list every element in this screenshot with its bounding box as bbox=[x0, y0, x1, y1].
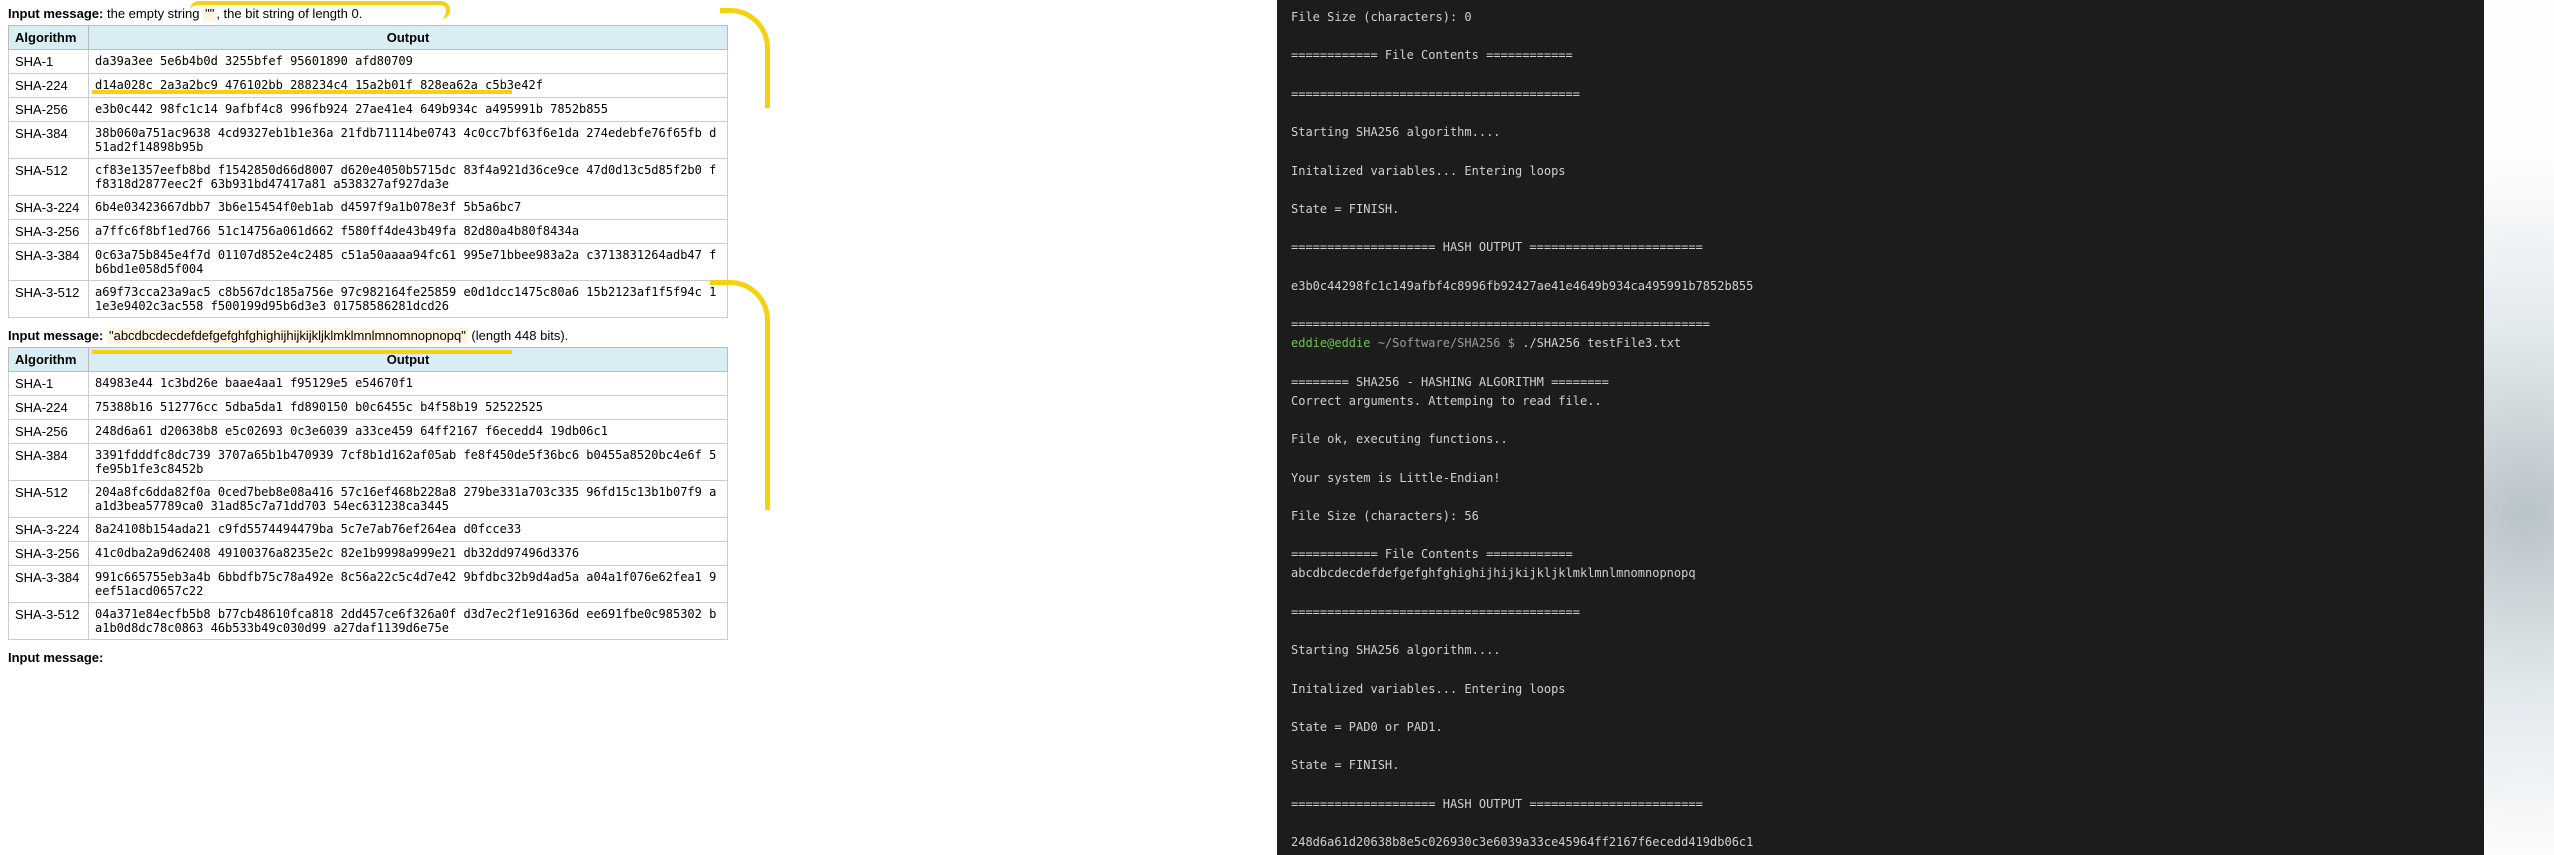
input-message-label: Input message: bbox=[8, 650, 103, 665]
reference-doc-pane: Input message: the empty string "", the … bbox=[0, 0, 1277, 855]
table-row: SHA-3-256a7ffc6f8bf1ed766 51c14756a061d6… bbox=[9, 220, 728, 244]
algo-cell: SHA-512 bbox=[9, 481, 89, 518]
terminal-output-block-2: ======== SHA256 - HASHING ALGORITHM ====… bbox=[1291, 353, 2470, 855]
input-message-1: Input message: the empty string "", the … bbox=[8, 6, 1269, 21]
output-cell: 248d6a61 d20638b8 e5c02693 0c3e6039 a33c… bbox=[89, 420, 728, 444]
table-row: SHA-224d14a028c 2a3a2bc9 476102bb 288234… bbox=[9, 74, 728, 98]
output-cell: a69f73cca23a9ac5 c8b567dc185a756e 97c982… bbox=[89, 281, 728, 318]
table-row: SHA-3-51204a371e84ecfb5b8 b77cb48610fca8… bbox=[9, 603, 728, 640]
output-cell: 84983e44 1c3bd26e baae4aa1 f95129e5 e546… bbox=[89, 372, 728, 396]
algo-cell: SHA-256 bbox=[9, 98, 89, 122]
table-row: SHA-3-384991c665755eb3a4b 6bbdfb75c78a49… bbox=[9, 566, 728, 603]
output-cell: 3391fdddfc8dc739 3707a65b1b470939 7cf8b1… bbox=[89, 444, 728, 481]
terminal-host: eddie bbox=[1334, 336, 1370, 350]
input-message-1-prefix: the empty string bbox=[107, 6, 203, 21]
terminal-user: eddie bbox=[1291, 336, 1327, 350]
table-row: SHA-3-3840c63a75b845e4f7d 01107d852e4c24… bbox=[9, 244, 728, 281]
terminal-output-block-1: File Size (characters): 0 ============ F… bbox=[1291, 8, 2470, 334]
input-message-label: Input message: bbox=[8, 6, 103, 21]
input-message-1-value: "" bbox=[203, 6, 216, 21]
output-cell: e3b0c442 98fc1c14 9afbf4c8 996fb924 27ae… bbox=[89, 98, 728, 122]
output-cell: 38b060a751ac9638 4cd9327eb1b1e36a 21fdb7… bbox=[89, 122, 728, 159]
input-message-3: Input message: bbox=[8, 650, 1269, 665]
algo-cell: SHA-3-224 bbox=[9, 196, 89, 220]
output-cell: 204a8fc6dda82f0a 0ced7beb8e08a416 57c16e… bbox=[89, 481, 728, 518]
algo-cell: SHA-3-384 bbox=[9, 244, 89, 281]
terminal[interactable]: File Size (characters): 0 ============ F… bbox=[1277, 0, 2484, 855]
algo-cell: SHA-1 bbox=[9, 372, 89, 396]
table-row: SHA-22475388b16 512776cc 5dba5da1 fd8901… bbox=[9, 396, 728, 420]
table-row: SHA-38438b060a751ac9638 4cd9327eb1b1e36a… bbox=[9, 122, 728, 159]
algo-cell: SHA-224 bbox=[9, 74, 89, 98]
algo-cell: SHA-3-224 bbox=[9, 518, 89, 542]
output-cell: 41c0dba2a9d62408 49100376a8235e2c 82e1b9… bbox=[89, 542, 728, 566]
output-cell: a7ffc6f8bf1ed766 51c14756a061d662 f580ff… bbox=[89, 220, 728, 244]
table-row: SHA-256e3b0c442 98fc1c14 9afbf4c8 996fb9… bbox=[9, 98, 728, 122]
input-message-2: Input message: "abcdbcdecdefdefgefghfghi… bbox=[8, 328, 1269, 343]
algo-cell: SHA-256 bbox=[9, 420, 89, 444]
background-photo-strip bbox=[2484, 0, 2554, 855]
input-message-2-value: "abcdbcdecdefdefgefghfghighijhijkijkljkl… bbox=[107, 328, 468, 343]
col-algorithm: Algorithm bbox=[9, 348, 89, 372]
table-row: SHA-256248d6a61 d20638b8 e5c02693 0c3e60… bbox=[9, 420, 728, 444]
algo-cell: SHA-384 bbox=[9, 122, 89, 159]
algo-cell: SHA-1 bbox=[9, 50, 89, 74]
algo-cell: SHA-512 bbox=[9, 159, 89, 196]
algo-cell: SHA-224 bbox=[9, 396, 89, 420]
table-row: SHA-1da39a3ee 5e6b4b0d 3255bfef 95601890… bbox=[9, 50, 728, 74]
algo-cell: SHA-3-384 bbox=[9, 566, 89, 603]
terminal-prompt-line[interactable]: eddie@eddie ~/Software/SHA256 $ ./SHA256… bbox=[1291, 334, 2470, 353]
algo-cell: SHA-384 bbox=[9, 444, 89, 481]
output-cell: da39a3ee 5e6b4b0d 3255bfef 95601890 afd8… bbox=[89, 50, 728, 74]
output-cell: 04a371e84ecfb5b8 b77cb48610fca818 2dd457… bbox=[89, 603, 728, 640]
col-algorithm: Algorithm bbox=[9, 26, 89, 50]
algo-cell: SHA-3-512 bbox=[9, 603, 89, 640]
hash-table-2: Algorithm Output SHA-184983e44 1c3bd26e … bbox=[8, 347, 728, 640]
table-row: SHA-3-25641c0dba2a9d62408 49100376a8235e… bbox=[9, 542, 728, 566]
table-row: SHA-3-2248a24108b154ada21 c9fd5574494479… bbox=[9, 518, 728, 542]
input-message-1-tail: , the bit string of length 0. bbox=[216, 6, 362, 21]
input-message-2-tail: (length 448 bits). bbox=[468, 328, 568, 343]
output-cell: d14a028c 2a3a2bc9 476102bb 288234c4 15a2… bbox=[89, 74, 728, 98]
output-cell: cf83e1357eefb8bd f1542850d66d8007 d620e4… bbox=[89, 159, 728, 196]
output-cell: 0c63a75b845e4f7d 01107d852e4c2485 c51a50… bbox=[89, 244, 728, 281]
algo-cell: SHA-3-256 bbox=[9, 542, 89, 566]
terminal-dollar: $ bbox=[1508, 336, 1522, 350]
table-row: SHA-3843391fdddfc8dc739 3707a65b1b470939… bbox=[9, 444, 728, 481]
output-cell: 8a24108b154ada21 c9fd5574494479ba 5c7e7a… bbox=[89, 518, 728, 542]
input-message-label: Input message: bbox=[8, 328, 103, 343]
output-cell: 991c665755eb3a4b 6bbdfb75c78a492e 8c56a2… bbox=[89, 566, 728, 603]
col-output: Output bbox=[89, 348, 728, 372]
output-cell: 6b4e03423667dbb7 3b6e15454f0eb1ab d4597f… bbox=[89, 196, 728, 220]
table-row: SHA-512cf83e1357eefb8bd f1542850d66d8007… bbox=[9, 159, 728, 196]
table-row: SHA-184983e44 1c3bd26e baae4aa1 f95129e5… bbox=[9, 372, 728, 396]
algo-cell: SHA-3-512 bbox=[9, 281, 89, 318]
col-output: Output bbox=[89, 26, 728, 50]
table-row: SHA-3-512a69f73cca23a9ac5 c8b567dc185a75… bbox=[9, 281, 728, 318]
algo-cell: SHA-3-256 bbox=[9, 220, 89, 244]
terminal-path: ~/Software/SHA256 bbox=[1370, 336, 1507, 350]
terminal-command: ./SHA256 testFile3.txt bbox=[1522, 336, 1681, 350]
output-cell: 75388b16 512776cc 5dba5da1 fd890150 b0c6… bbox=[89, 396, 728, 420]
hash-table-1: Algorithm Output SHA-1da39a3ee 5e6b4b0d … bbox=[8, 25, 728, 318]
terminal-wrap: File Size (characters): 0 ============ F… bbox=[1277, 0, 2554, 855]
table-row: SHA-512204a8fc6dda82f0a 0ced7beb8e08a416… bbox=[9, 481, 728, 518]
table-row: SHA-3-2246b4e03423667dbb7 3b6e15454f0eb1… bbox=[9, 196, 728, 220]
